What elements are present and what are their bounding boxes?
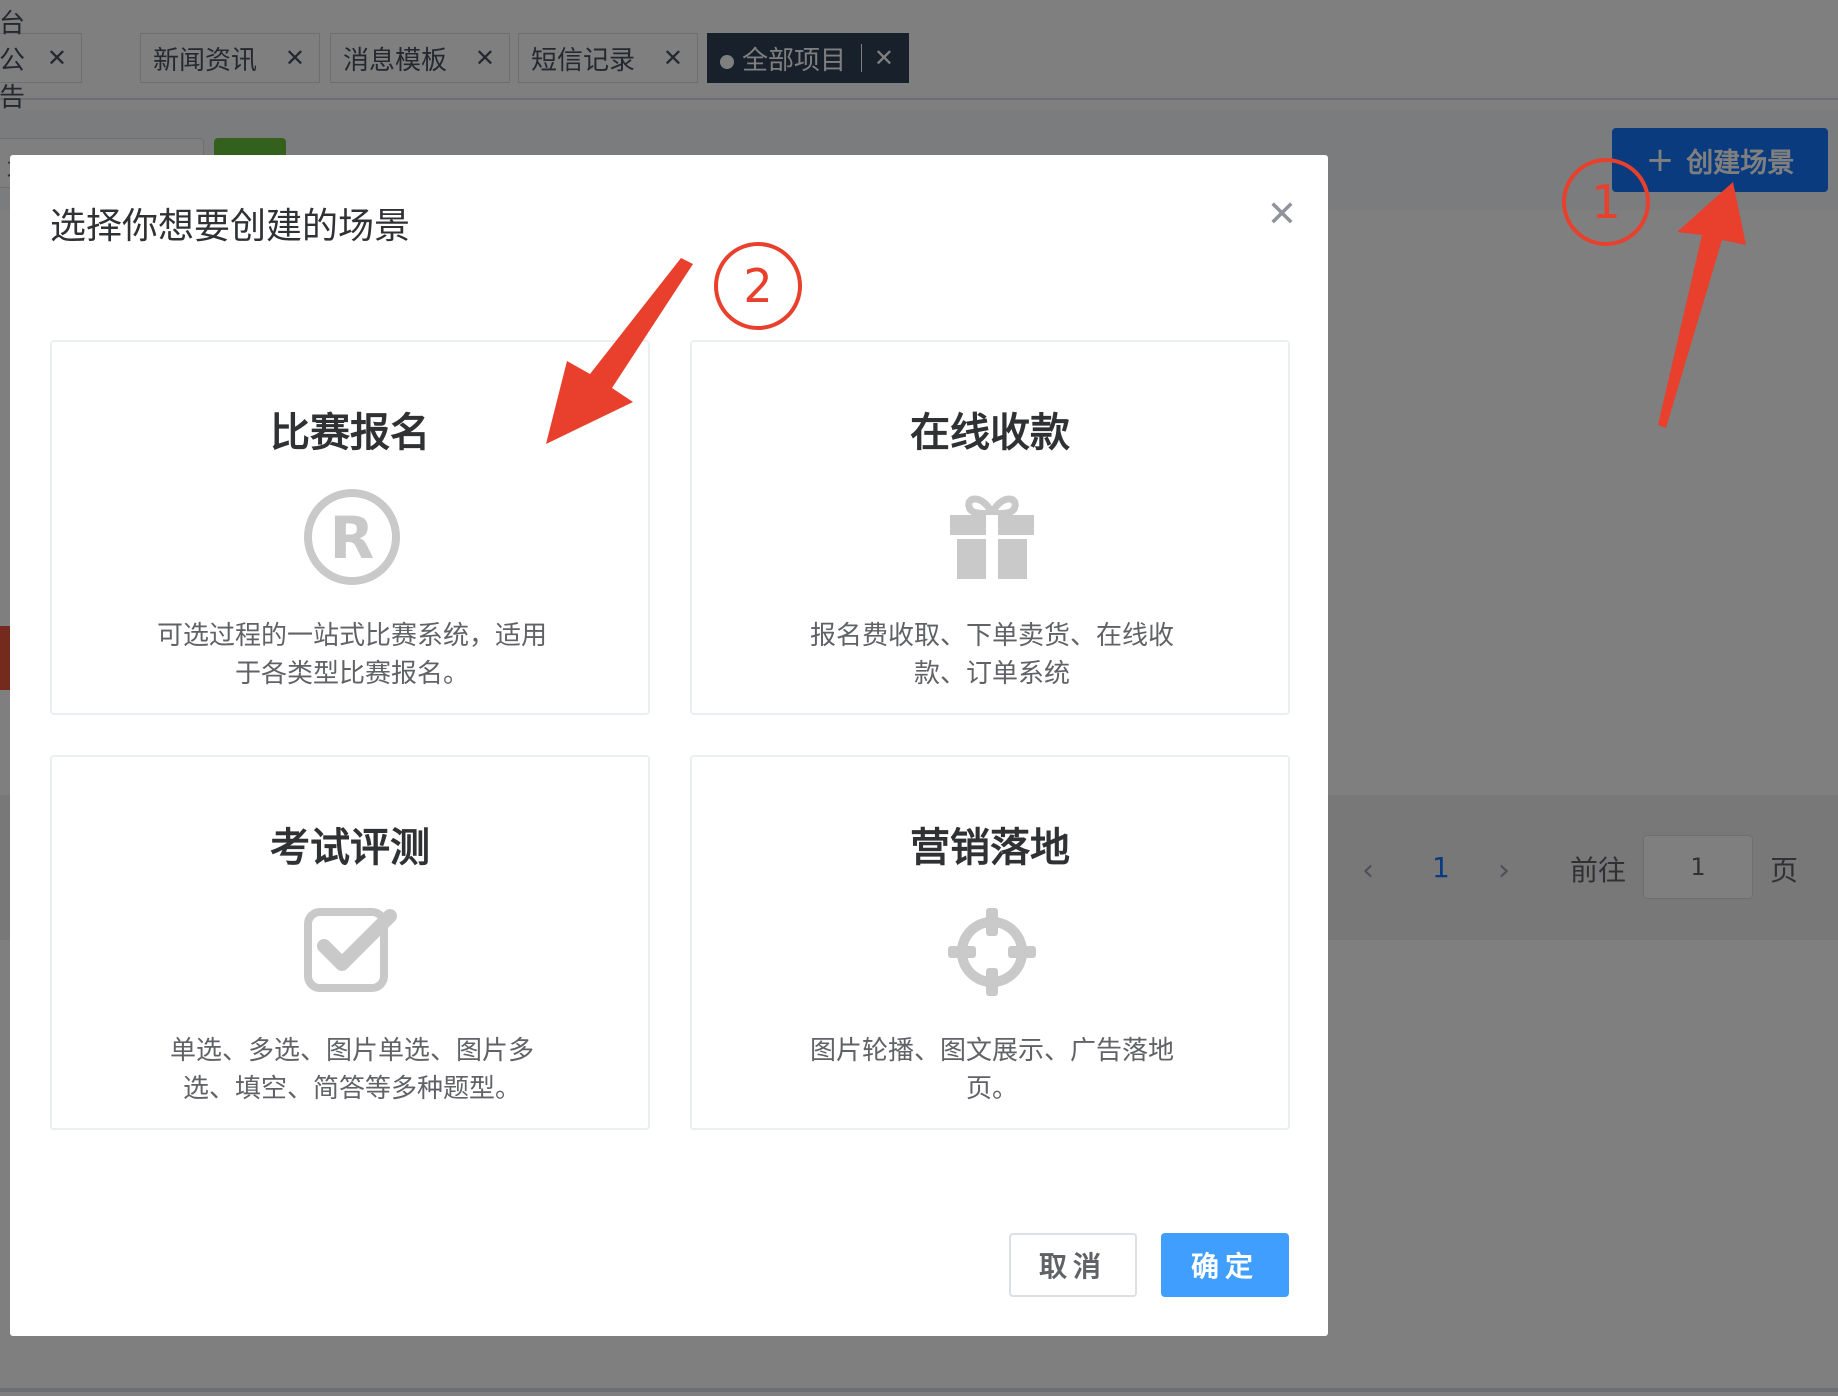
- scene-card-exam[interactable]: 考试评测 单选、多选、图片单选、图片多选、填空、简答等多种题型。: [50, 755, 650, 1130]
- card-title: 考试评测: [270, 825, 430, 871]
- scene-select-dialog: 选择你想要创建的场景 ✕ 比赛报名 R 可选过程的一站式比赛系统，适用于各类型比…: [10, 155, 1328, 1336]
- gift-icon: [942, 487, 1042, 587]
- dialog-title: 选择你想要创建的场景: [50, 206, 411, 247]
- svg-text:R: R: [330, 504, 375, 572]
- card-description: 可选过程的一站式比赛系统，适用于各类型比赛报名。: [156, 621, 547, 689]
- checkbox-icon: [302, 902, 402, 1002]
- scene-card-marketing[interactable]: 营销落地 图片轮播、图文展示、广告落地页。: [690, 755, 1290, 1130]
- card-description: 报名费收取、下单卖货、在线收款、订单系统: [809, 621, 1174, 689]
- crosshairs-icon: [942, 902, 1042, 1002]
- card-title: 营销落地: [910, 825, 1070, 871]
- close-icon[interactable]: ✕: [1262, 195, 1302, 235]
- card-description: 单选、多选、图片单选、图片多选、填空、简答等多种题型。: [169, 1036, 534, 1104]
- step-1-marker: 1: [1562, 158, 1650, 246]
- scene-card-payment[interactable]: 在线收款 报名费收取、下单卖货、在线收款、订单系统: [690, 340, 1290, 715]
- scene-card-competition[interactable]: 比赛报名 R 可选过程的一站式比赛系统，适用于各类型比赛报名。: [50, 340, 650, 715]
- card-description: 图片轮播、图文展示、广告落地页。: [809, 1036, 1174, 1104]
- card-title: 比赛报名: [270, 410, 430, 456]
- confirm-button[interactable]: 确定: [1161, 1233, 1289, 1297]
- step-2-marker: 2: [714, 242, 802, 330]
- cancel-button[interactable]: 取消: [1009, 1233, 1137, 1297]
- card-title: 在线收款: [910, 410, 1070, 456]
- registered-icon: R: [302, 487, 402, 587]
